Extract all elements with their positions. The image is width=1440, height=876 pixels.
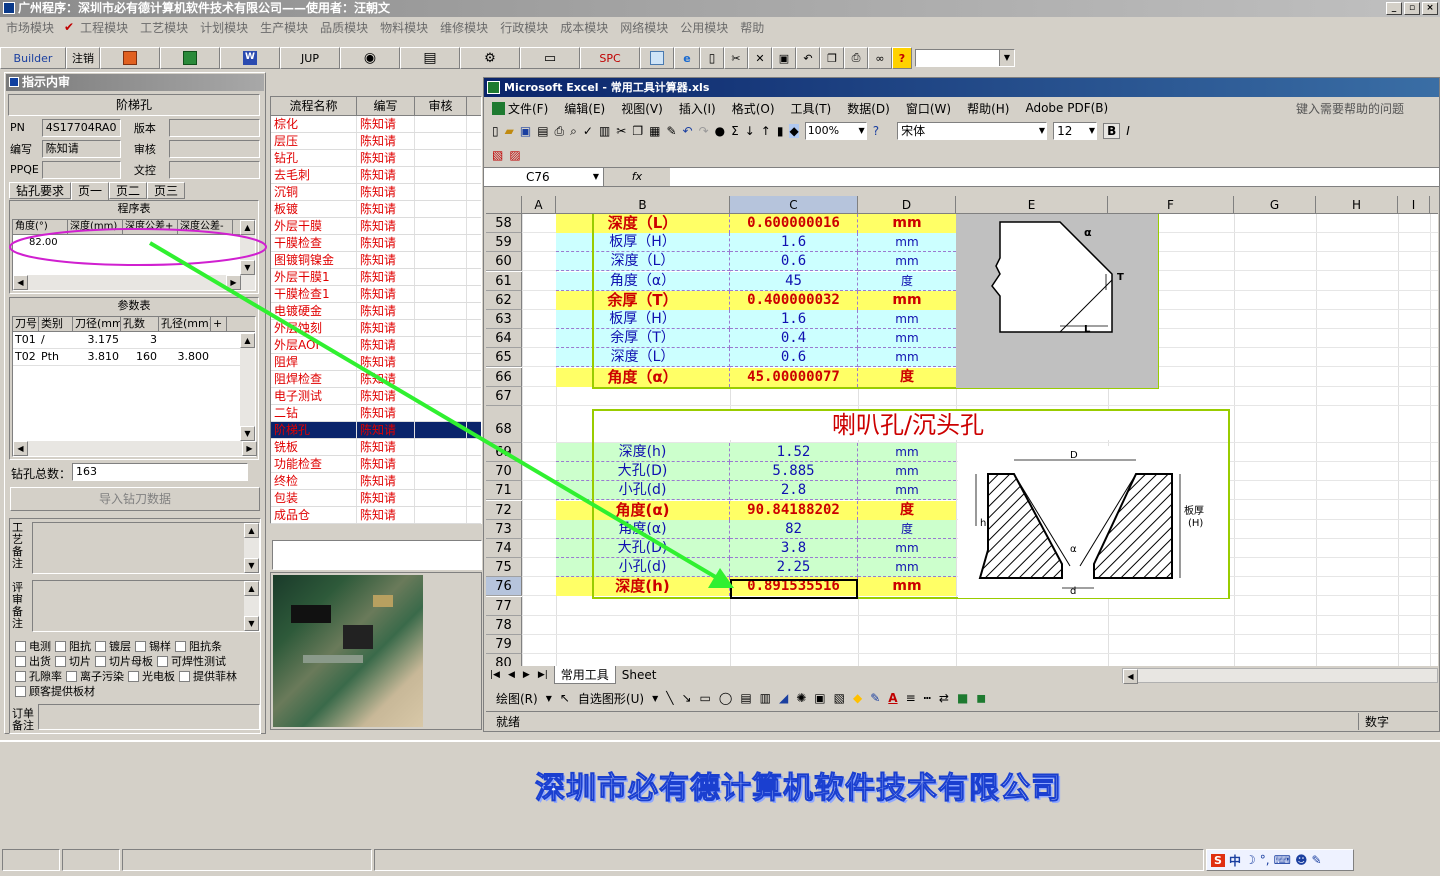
moon-icon[interactable]: ☽: [1245, 853, 1256, 867]
keyboard-icon[interactable]: ⌨: [1274, 853, 1291, 867]
annotation-arrowhead: [708, 568, 734, 588]
ime-bar[interactable]: S 中 ☽ °, ⌨ ☻ ✎: [1206, 849, 1354, 871]
statusbar: S 中 ☽ °, ⌨ ☻ ✎: [0, 846, 1440, 876]
punct-icon[interactable]: °,: [1260, 853, 1270, 867]
ime-chinese-toggle[interactable]: 中: [1229, 852, 1241, 869]
status-cell-1: [2, 849, 60, 871]
status-cell-3: [122, 849, 372, 871]
user-icon[interactable]: ☻: [1295, 853, 1308, 867]
company-banner: 深圳市必有德计算机软件技术有限公司: [535, 771, 1062, 807]
sogou-icon[interactable]: S: [1211, 853, 1225, 867]
status-cell-4: [374, 849, 1204, 871]
annotation-arrow-line: [148, 241, 726, 584]
wrench-icon[interactable]: ✎: [1311, 853, 1321, 867]
status-cell-2: [62, 849, 120, 871]
annotation-ellipse: [9, 228, 267, 266]
